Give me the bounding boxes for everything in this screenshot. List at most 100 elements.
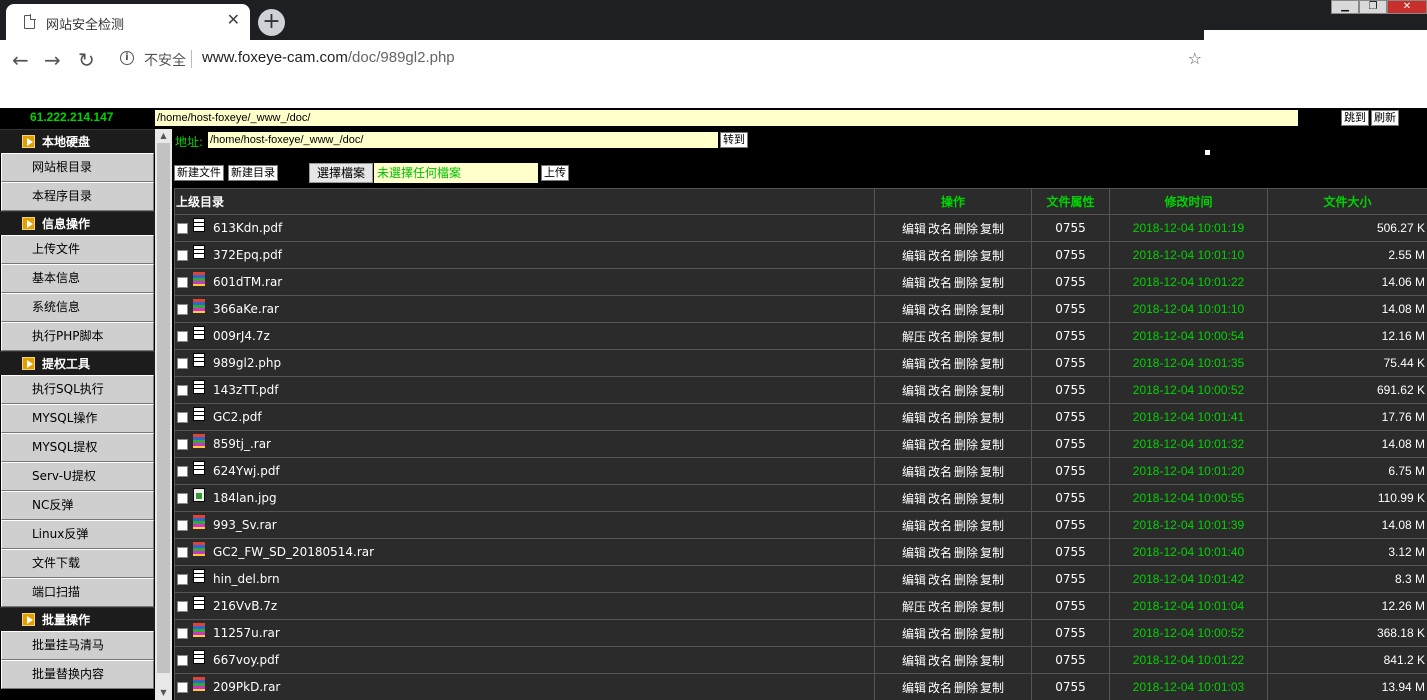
delete-link[interactable]: 删除	[954, 600, 978, 614]
file-perm[interactable]: 0755	[1031, 430, 1110, 458]
address-input[interactable]: /home/host-foxeye/_www_/doc/	[208, 132, 718, 148]
file-perm[interactable]: 0755	[1031, 457, 1110, 485]
sidebar-item-servu[interactable]: Serv-U提权	[1, 462, 154, 491]
edit-link[interactable]: 编辑	[902, 573, 926, 587]
extract-link[interactable]: 解压	[902, 600, 926, 614]
file-mtime[interactable]: 2018-12-04 10:01:10	[1109, 295, 1268, 323]
file-name-link[interactable]: 601dTM.rar	[213, 275, 282, 289]
url-text[interactable]: www.foxeye-cam.com/doc/989gl2.php	[202, 49, 455, 66]
rename-link[interactable]: 改名	[928, 384, 952, 398]
goto-button[interactable]: 转到	[720, 132, 748, 148]
copy-link[interactable]: 复制	[980, 330, 1004, 344]
select-checkbox[interactable]	[177, 222, 188, 234]
scroll-up-icon[interactable]: ▲	[155, 129, 172, 143]
file-name-link[interactable]: 143zTT.pdf	[213, 383, 279, 397]
sidebar-item-download[interactable]: 文件下载	[1, 549, 154, 578]
file-name-link[interactable]: 989gl2.php	[213, 356, 281, 370]
copy-link[interactable]: 复制	[980, 546, 1004, 560]
select-checkbox[interactable]	[177, 303, 188, 315]
rename-link[interactable]: 改名	[928, 276, 952, 290]
delete-link[interactable]: 删除	[954, 303, 978, 317]
delete-link[interactable]: 删除	[954, 357, 978, 371]
edit-link[interactable]: 编辑	[902, 546, 926, 560]
rename-link[interactable]: 改名	[928, 465, 952, 479]
edit-link[interactable]: 编辑	[902, 222, 926, 236]
sidebar-item-web-root[interactable]: 网站根目录	[1, 153, 154, 182]
rename-link[interactable]: 改名	[928, 222, 952, 236]
delete-link[interactable]: 删除	[954, 465, 978, 479]
file-name-link[interactable]: 624Ywj.pdf	[213, 464, 280, 478]
minimize-icon[interactable]: ▁	[1331, 0, 1359, 14]
file-mtime[interactable]: 2018-12-04 10:01:39	[1109, 511, 1268, 539]
file-perm[interactable]: 0755	[1031, 565, 1110, 593]
file-perm[interactable]: 0755	[1031, 538, 1110, 566]
delete-link[interactable]: 删除	[954, 681, 978, 695]
sidebar-item-batch-trojan[interactable]: 批量挂马清马	[1, 631, 154, 660]
file-name-link[interactable]: 009rJ4.7z	[213, 329, 270, 343]
file-mtime[interactable]: 2018-12-04 10:01:35	[1109, 349, 1268, 377]
file-name-link[interactable]: 216VvB.7z	[213, 599, 277, 613]
jump-button[interactable]: 跳到	[1341, 110, 1369, 126]
copy-link[interactable]: 复制	[980, 654, 1004, 668]
copy-link[interactable]: 复制	[980, 600, 1004, 614]
select-checkbox[interactable]	[177, 492, 188, 504]
select-checkbox[interactable]	[177, 276, 188, 288]
copy-link[interactable]: 复制	[980, 681, 1004, 695]
select-checkbox[interactable]	[177, 330, 188, 342]
copy-link[interactable]: 复制	[980, 492, 1004, 506]
back-icon[interactable]: ←	[12, 48, 29, 72]
rename-link[interactable]: 改名	[928, 303, 952, 317]
refresh-button[interactable]: 刷新	[1371, 110, 1399, 126]
sidebar-scrollbar[interactable]: ▲ ▼	[155, 129, 172, 700]
select-checkbox[interactable]	[177, 546, 188, 558]
copy-link[interactable]: 复制	[980, 519, 1004, 533]
delete-link[interactable]: 删除	[954, 276, 978, 290]
delete-link[interactable]: 删除	[954, 222, 978, 236]
reload-icon[interactable]: ↻	[78, 48, 95, 72]
file-mtime[interactable]: 2018-12-04 10:01:10	[1109, 241, 1268, 269]
delete-link[interactable]: 删除	[954, 492, 978, 506]
edit-link[interactable]: 编辑	[902, 276, 926, 290]
file-perm[interactable]: 0755	[1031, 376, 1110, 404]
file-perm[interactable]: 0755	[1031, 241, 1110, 269]
copy-link[interactable]: 复制	[980, 627, 1004, 641]
file-mtime[interactable]: 2018-12-04 10:01:03	[1109, 673, 1268, 700]
file-mtime[interactable]: 2018-12-04 10:01:42	[1109, 565, 1268, 593]
sidebar-item-upload[interactable]: 上传文件	[1, 235, 154, 264]
file-mtime[interactable]: 2018-12-04 10:00:52	[1109, 376, 1268, 404]
select-checkbox[interactable]	[177, 249, 188, 261]
sidebar-item-program-dir[interactable]: 本程序目录	[1, 182, 154, 211]
browser-tab[interactable]: 网站安全检测 ✕	[6, 4, 250, 40]
file-mtime[interactable]: 2018-12-04 10:01:20	[1109, 457, 1268, 485]
file-name-link[interactable]: hin_del.brn	[213, 572, 280, 586]
rename-link[interactable]: 改名	[928, 627, 952, 641]
file-name-link[interactable]: 613Kdn.pdf	[213, 221, 282, 235]
sidebar-item-mysql-priv[interactable]: MYSQL提权	[1, 433, 154, 462]
file-perm[interactable]: 0755	[1031, 295, 1110, 323]
sidebar-item-run-php[interactable]: 执行PHP脚本	[1, 322, 154, 351]
edit-link[interactable]: 编辑	[902, 627, 926, 641]
scroll-down-icon[interactable]: ▼	[155, 686, 172, 700]
bookmark-star-icon[interactable]: ☆	[1188, 49, 1202, 68]
select-checkbox[interactable]	[177, 357, 188, 369]
rename-link[interactable]: 改名	[928, 411, 952, 425]
select-checkbox[interactable]	[177, 384, 188, 396]
rename-link[interactable]: 改名	[928, 519, 952, 533]
parent-dir-link[interactable]: 上级目录	[174, 188, 875, 215]
rename-link[interactable]: 改名	[928, 492, 952, 506]
delete-link[interactable]: 删除	[954, 411, 978, 425]
copy-link[interactable]: 复制	[980, 438, 1004, 452]
rename-link[interactable]: 改名	[928, 357, 952, 371]
delete-link[interactable]: 删除	[954, 519, 978, 533]
file-perm[interactable]: 0755	[1031, 511, 1110, 539]
file-mtime[interactable]: 2018-12-04 10:00:54	[1109, 322, 1268, 350]
upload-button[interactable]: 上传	[541, 165, 569, 181]
file-mtime[interactable]: 2018-12-04 10:01:22	[1109, 646, 1268, 674]
file-perm[interactable]: 0755	[1031, 349, 1110, 377]
delete-link[interactable]: 删除	[954, 249, 978, 263]
sidebar-item-nc[interactable]: NC反弹	[1, 491, 154, 520]
rename-link[interactable]: 改名	[928, 654, 952, 668]
file-name-link[interactable]: 209PkD.rar	[213, 680, 280, 694]
select-checkbox[interactable]	[177, 654, 188, 666]
select-checkbox[interactable]	[177, 573, 188, 585]
